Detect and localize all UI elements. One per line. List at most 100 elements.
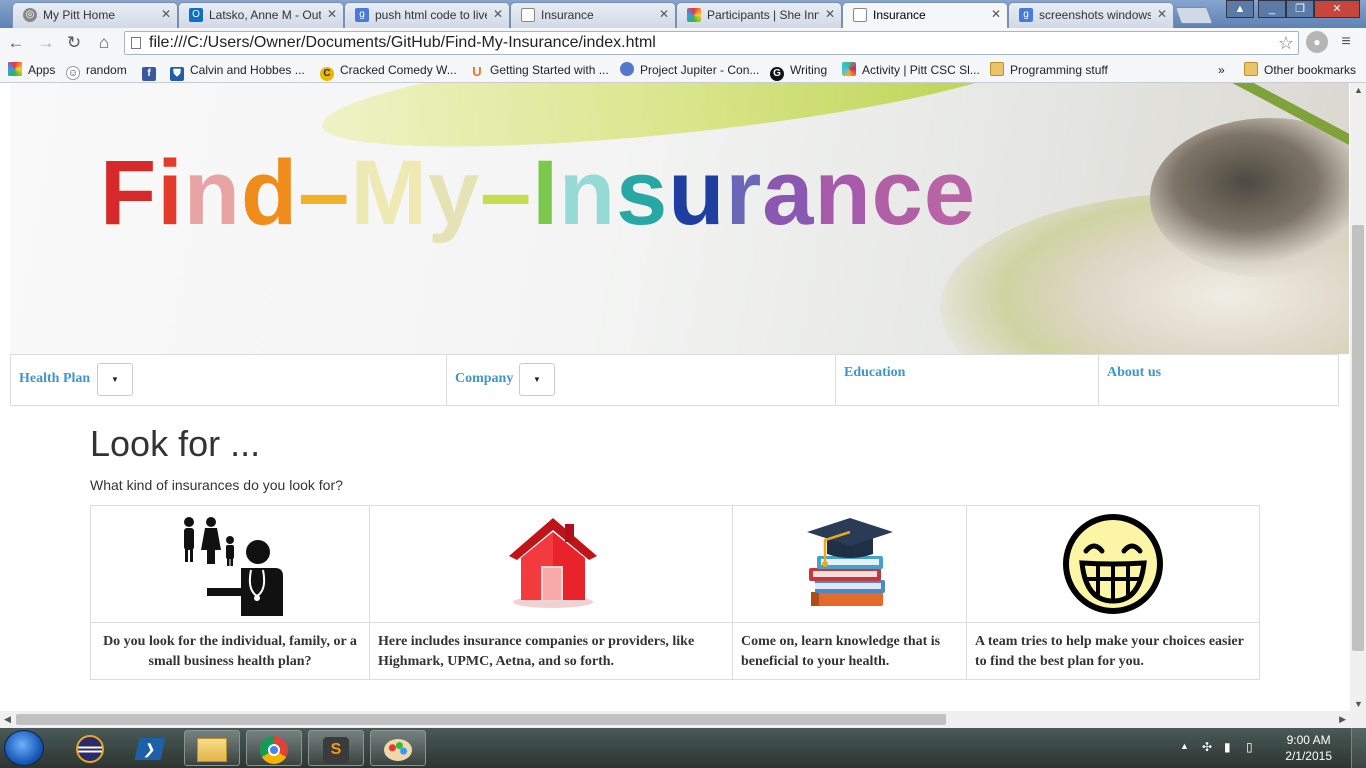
apps-grid-icon bbox=[8, 62, 22, 76]
tray-overflow-icon[interactable]: ▲ bbox=[1180, 741, 1189, 751]
logo-letter: i bbox=[157, 142, 184, 244]
nav-link[interactable]: About us bbox=[1107, 365, 1161, 381]
scrollbar-thumb[interactable] bbox=[1352, 225, 1364, 651]
nav-link[interactable]: Education bbox=[844, 365, 905, 381]
minimize-icon[interactable]: _ bbox=[1258, 0, 1286, 18]
close-window-icon[interactable]: ✕ bbox=[1314, 0, 1360, 18]
tab-label: Latsko, Anne M - Outlook bbox=[209, 8, 321, 22]
forward-icon[interactable]: → bbox=[36, 33, 56, 53]
bookmark-facebook[interactable]: f bbox=[142, 62, 162, 81]
google-icon: g bbox=[355, 8, 369, 22]
bookmark-calvin-hobbes[interactable]: ⛊ Calvin and Hobbes ... bbox=[170, 62, 305, 81]
logo-letter: I bbox=[532, 142, 559, 244]
bookmark-udacity[interactable]: U Getting Started with ... bbox=[470, 62, 609, 79]
card-about[interactable]: A team tries to help make your choices e… bbox=[967, 506, 1259, 679]
card-image bbox=[967, 506, 1259, 623]
bookmark-other[interactable]: Other bookmarks bbox=[1244, 62, 1356, 78]
clock-time: 9:00 AM bbox=[1286, 733, 1331, 747]
sublime-text-icon[interactable]: S bbox=[308, 730, 364, 766]
bookmarks-overflow[interactable]: » bbox=[1218, 62, 1225, 78]
show-desktop-button[interactable] bbox=[1351, 728, 1366, 768]
nav-item-company[interactable]: Company ▼ bbox=[447, 355, 836, 405]
vertical-scrollbar[interactable]: ▲ ▼ bbox=[1350, 83, 1366, 711]
powershell-icon[interactable]: ❯ bbox=[122, 730, 178, 766]
signal-icon[interactable]: ▮ bbox=[1224, 740, 1231, 754]
scroll-right-icon[interactable]: ▶ bbox=[1339, 714, 1346, 725]
bookmark-label: Cracked Comedy W... bbox=[340, 63, 457, 77]
card-health-plan[interactable]: Do you look for the individual, family, … bbox=[91, 506, 370, 679]
udacity-icon: U bbox=[472, 64, 482, 79]
nav-item-education[interactable]: Education bbox=[836, 355, 1099, 405]
nav-link[interactable]: Health Plan bbox=[19, 371, 90, 387]
logo-letter: c bbox=[871, 142, 924, 244]
close-icon[interactable]: ✕ bbox=[327, 7, 337, 21]
page-icon bbox=[853, 8, 867, 22]
address-bar[interactable]: file:///C:/Users/Owner/Documents/GitHub/… bbox=[124, 31, 1299, 55]
dropdown-button[interactable]: ▼ bbox=[519, 363, 555, 396]
nav-link[interactable]: Company bbox=[455, 371, 513, 387]
nav-item-about[interactable]: About us bbox=[1099, 355, 1338, 405]
grinning-face-icon bbox=[1063, 514, 1163, 614]
bookmark-label: Writing bbox=[790, 63, 828, 77]
maximize-icon[interactable]: ❐ bbox=[1286, 0, 1314, 18]
bookmark-label: Other bookmarks bbox=[1264, 63, 1357, 77]
bookmark-pitt-csc[interactable]: Activity | Pitt CSC Sl... bbox=[842, 62, 980, 78]
bookmark-label: random bbox=[86, 63, 127, 77]
card-image bbox=[370, 506, 732, 623]
horizontal-scrollbar[interactable]: ◀ ▶ bbox=[0, 711, 1366, 728]
close-icon[interactable]: ✕ bbox=[825, 7, 835, 21]
network-alert-icon[interactable]: ✣ bbox=[1202, 740, 1212, 754]
scroll-up-icon[interactable]: ▲ bbox=[1354, 85, 1363, 95]
bookmark-cracked[interactable]: C Cracked Comedy W... bbox=[320, 62, 457, 81]
system-clock[interactable]: 9:00 AM 2/1/2015 bbox=[1285, 732, 1332, 764]
new-tab-button[interactable] bbox=[1174, 7, 1214, 24]
browser-tab[interactable]: O Latsko, Anne M - Outlook ✕ bbox=[178, 2, 344, 28]
bookmark-programming[interactable]: Programming stuff bbox=[990, 62, 1108, 78]
bookmark-writing[interactable]: G Writing bbox=[770, 62, 828, 81]
close-icon[interactable]: ✕ bbox=[991, 7, 1001, 21]
dropdown-button[interactable]: ▼ bbox=[97, 363, 133, 396]
system-tray: ▲ ✣ ▮ ▯ 9:00 AM 2/1/2015 bbox=[1176, 728, 1366, 768]
browser-tab[interactable]: Insurance ✕ bbox=[510, 2, 676, 28]
browser-tab[interactable]: g screenshots windows ✕ bbox=[1008, 2, 1174, 28]
folder-icon bbox=[1244, 62, 1258, 76]
home-icon[interactable]: ⌂ bbox=[94, 33, 114, 53]
google-icon: g bbox=[1019, 8, 1033, 22]
browser-tab[interactable]: ◎ My Pitt Home ✕ bbox=[12, 2, 178, 28]
reload-icon[interactable]: ↻ bbox=[64, 33, 84, 53]
paint-icon[interactable] bbox=[370, 730, 426, 766]
browser-tab[interactable]: g push html code to live ✕ bbox=[344, 2, 510, 28]
star-icon[interactable]: ☆ bbox=[1278, 33, 1294, 54]
nav-item-health-plan[interactable]: Health Plan ▼ bbox=[11, 355, 447, 405]
extension-icon[interactable]: ● bbox=[1306, 31, 1328, 53]
scroll-down-icon[interactable]: ▼ bbox=[1354, 699, 1363, 709]
close-icon[interactable]: ✕ bbox=[659, 7, 669, 21]
hero-banner: Find–My–Insurance bbox=[10, 83, 1349, 354]
card-company[interactable]: Here includes insurance companies or pro… bbox=[370, 506, 733, 679]
close-icon[interactable]: ✕ bbox=[1157, 7, 1167, 21]
tab-label: screenshots windows bbox=[1039, 8, 1151, 22]
back-icon[interactable]: ← bbox=[6, 33, 26, 53]
close-icon[interactable]: ✕ bbox=[161, 7, 171, 21]
user-icon[interactable]: ▲ bbox=[1226, 0, 1254, 18]
chrome-icon[interactable] bbox=[246, 730, 302, 766]
card-education[interactable]: Come on, learn knowledge that is benefic… bbox=[733, 506, 967, 679]
menu-icon[interactable]: ≡ bbox=[1336, 32, 1356, 52]
bookmark-random[interactable]: ☺ random bbox=[66, 62, 127, 80]
bookmark-apps[interactable]: Apps bbox=[8, 62, 55, 78]
pinwheel-icon bbox=[687, 8, 701, 22]
browser-tab[interactable]: Participants | She Innovates ✕ bbox=[676, 2, 842, 28]
bookmark-label: Getting Started with ... bbox=[490, 63, 609, 77]
close-icon[interactable]: ✕ bbox=[493, 7, 503, 21]
scrollbar-thumb[interactable] bbox=[16, 714, 946, 725]
eclipse-icon[interactable] bbox=[62, 730, 118, 766]
bookmark-project-jupiter[interactable]: Project Jupiter - Con... bbox=[620, 62, 759, 78]
cracked-icon: C bbox=[320, 67, 334, 81]
file-explorer-icon[interactable] bbox=[184, 730, 240, 766]
battery-icon[interactable]: ▯ bbox=[1246, 740, 1253, 754]
start-button[interactable] bbox=[4, 730, 44, 766]
pitt-icon: ◎ bbox=[23, 8, 37, 22]
browser-tab-active[interactable]: Insurance ✕ bbox=[842, 2, 1008, 28]
scroll-left-icon[interactable]: ◀ bbox=[4, 714, 11, 725]
browser-toolbar: ← → ↻ ⌂ file:///C:/Users/Owner/Documents… bbox=[0, 28, 1366, 58]
